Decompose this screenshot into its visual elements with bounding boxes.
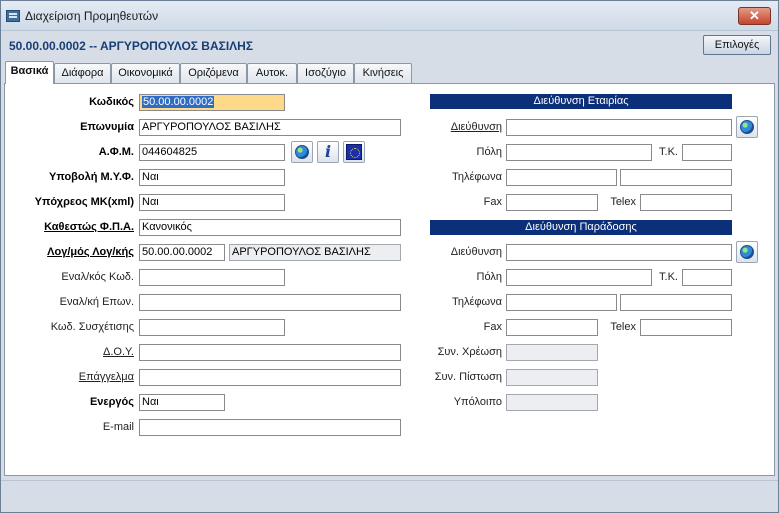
company-telex-label: Telex [610, 196, 636, 208]
delivery-phones-label: Τηλέφωνα [451, 296, 502, 308]
tab-transactions[interactable]: Κινήσεις [354, 63, 412, 83]
doy-label[interactable]: Δ.Ο.Υ. [5, 346, 134, 358]
name-label: Επωνυμία [80, 121, 134, 133]
status-bar [1, 480, 778, 512]
delivery-address-field[interactable] [506, 244, 732, 261]
total-debit-field [506, 344, 598, 361]
eu-flag-icon [346, 144, 362, 160]
rel-code-label: Κωδ. Συσχέτισης [50, 321, 134, 333]
company-city-field[interactable] [506, 144, 652, 161]
company-zip-field[interactable] [682, 144, 732, 161]
delivery-address-header: Διεύθυνση Παράδοσης [430, 220, 732, 235]
company-address-label[interactable]: Διεύθυνση [405, 121, 502, 133]
code-label: Κωδικός [89, 96, 134, 108]
title-bar[interactable]: Διαχείριση Προμηθευτών ✕ [1, 1, 778, 31]
company-address-field[interactable] [506, 119, 732, 136]
company-address-header: Διεύθυνση Εταιρίας [430, 94, 732, 109]
app-icon [6, 10, 20, 22]
options-button[interactable]: Επιλογές [703, 35, 771, 55]
company-phone1-field[interactable] [506, 169, 617, 186]
company-phone2-field[interactable] [620, 169, 732, 186]
delivery-phone1-field[interactable] [506, 294, 617, 311]
alt-code-label: Εναλ/κός Κωδ. [61, 271, 134, 283]
company-fax-label: Fax [483, 196, 502, 208]
doy-field[interactable] [139, 344, 401, 361]
delivery-city-field[interactable] [506, 269, 652, 286]
afm-info-button[interactable]: i [317, 141, 339, 163]
profession-field[interactable] [139, 369, 401, 386]
globe-icon [295, 145, 309, 159]
tab-basic[interactable]: Βασικά [5, 61, 54, 84]
email-field[interactable] [139, 419, 401, 436]
globe-icon [740, 245, 754, 259]
afm-field[interactable]: 044604825 [139, 144, 285, 161]
account-name-field: ΑΡΓΥΡΟΠΟΥΛΟΣ ΒΑΣΙΛΗΣ [229, 244, 401, 261]
tab-auto[interactable]: Αυτοκ. [247, 63, 297, 83]
rel-code-field[interactable] [139, 319, 285, 336]
delivery-map-button[interactable] [736, 241, 758, 263]
alt-code-field[interactable] [139, 269, 285, 286]
basic-panel: Κωδικός 50.00.00.0002 Επωνυμία ΑΡΓΥΡΟΠΟΥ… [4, 83, 775, 476]
alt-name-label: Εναλ/κή Επων. [59, 296, 134, 308]
email-label: E-mail [102, 421, 134, 433]
myf-label: Υποβολή Μ.Υ.Φ. [49, 171, 134, 183]
record-title: 50.00.00.0002 -- ΑΡΓΥΡΟΠΟΥΛΟΣ ΒΑΣΙΛΗΣ [9, 39, 254, 53]
code-field[interactable]: 50.00.00.0002 [139, 94, 285, 111]
afm-eu-button[interactable] [343, 141, 365, 163]
total-debit-label: Συν. Χρέωση [437, 346, 502, 358]
total-credit-field [506, 369, 598, 386]
company-phones-label: Τηλέφωνα [451, 171, 502, 183]
active-label: Ενεργός [89, 396, 134, 408]
mk-label: Υπόχρεος ΜΚ(xml) [34, 196, 134, 208]
afm-label: Α.Φ.Μ. [98, 146, 134, 158]
supplier-window: Διαχείριση Προμηθευτών ✕ 50.00.00.0002 -… [0, 0, 779, 513]
delivery-zip-label: Τ.Κ. [659, 271, 678, 283]
window-title: Διαχείριση Προμηθευτών [25, 9, 159, 23]
afm-globe-button[interactable] [291, 141, 313, 163]
tab-user-defined[interactable]: Οριζόμενα [180, 63, 247, 83]
delivery-phone2-field[interactable] [620, 294, 732, 311]
balance-label: Υπόλοιπο [453, 396, 502, 408]
company-city-label: Πόλη [476, 146, 502, 158]
delivery-fax-label: Fax [483, 321, 502, 333]
record-header: 50.00.00.0002 -- ΑΡΓΥΡΟΠΟΥΛΟΣ ΒΑΣΙΛΗΣ Επ… [1, 31, 778, 57]
account-label[interactable]: Λογ/μός Λογ/κής [5, 246, 134, 258]
myf-field[interactable]: Ναι [139, 169, 285, 186]
vat-label[interactable]: Καθεστώς Φ.Π.Α. [5, 221, 134, 233]
delivery-telex-field[interactable] [640, 319, 732, 336]
vat-field[interactable]: Κανονικός [139, 219, 401, 236]
globe-icon [740, 120, 754, 134]
total-credit-label: Συν. Πίστωση [434, 371, 502, 383]
tab-misc[interactable]: Διάφορα [54, 63, 111, 83]
tab-trial-balance[interactable]: Ισοζύγιο [297, 63, 354, 83]
account-code-field[interactable]: 50.00.00.0002 [139, 244, 225, 261]
mk-field[interactable]: Ναι [139, 194, 285, 211]
tab-financial[interactable]: Οικονομικά [111, 63, 180, 83]
delivery-city-label: Πόλη [476, 271, 502, 283]
company-fax-field[interactable] [506, 194, 598, 211]
active-field[interactable]: Ναι [139, 394, 225, 411]
company-telex-field[interactable] [640, 194, 732, 211]
info-icon: i [324, 142, 332, 161]
delivery-fax-field[interactable] [506, 319, 598, 336]
close-button[interactable]: ✕ [738, 7, 771, 25]
delivery-telex-label: Telex [610, 321, 636, 333]
delivery-address-label: Διεύθυνση [450, 246, 502, 258]
delivery-zip-field[interactable] [682, 269, 732, 286]
alt-name-field[interactable] [139, 294, 401, 311]
balance-field [506, 394, 598, 411]
profession-label[interactable]: Επάγγελμα [5, 371, 134, 383]
company-zip-label: Τ.Κ. [659, 146, 678, 158]
company-map-button[interactable] [736, 116, 758, 138]
code-value: 50.00.00.0002 [142, 96, 215, 108]
name-field[interactable]: ΑΡΓΥΡΟΠΟΥΛΟΣ ΒΑΣΙΛΗΣ [139, 119, 401, 136]
